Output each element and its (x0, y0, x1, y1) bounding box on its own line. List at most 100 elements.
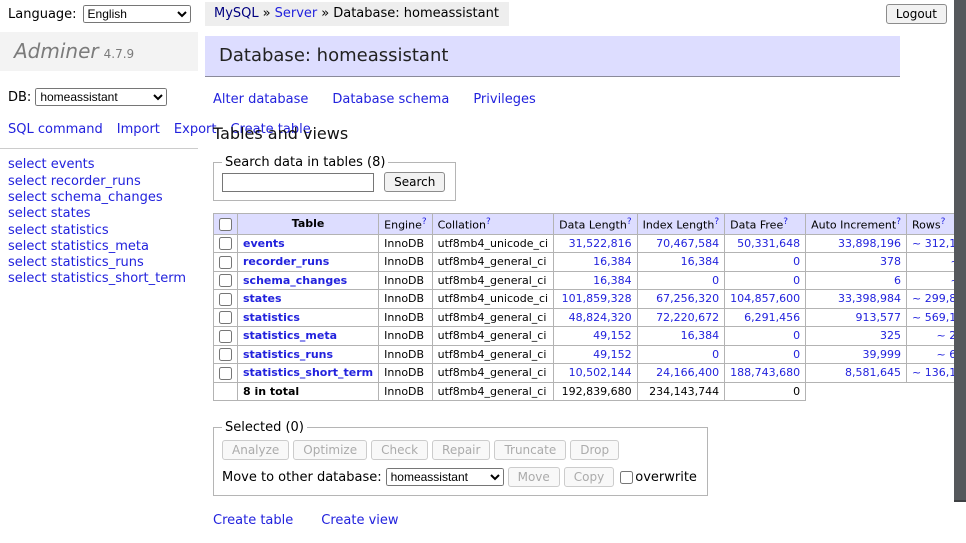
data-length-link[interactable]: 16,384 (593, 255, 632, 268)
index-length-link[interactable]: 16,384 (681, 329, 720, 342)
column-help-link[interactable]: ? (783, 217, 788, 227)
data-free-link[interactable]: 188,743,680 (730, 366, 800, 379)
row-checkbox[interactable] (219, 256, 232, 269)
row-checkbox[interactable] (219, 367, 232, 380)
data-free-link[interactable]: 104,857,600 (730, 292, 800, 305)
data-length-link[interactable]: 10,502,144 (569, 366, 632, 379)
search-button[interactable]: Search (384, 172, 445, 192)
app-header: Adminer 4.7.9 (0, 32, 198, 71)
repair-button[interactable]: Repair (432, 440, 490, 460)
data-length-link[interactable]: 16,384 (593, 274, 632, 287)
move-database-select[interactable]: homeassistant (386, 468, 504, 486)
sidebar-select-link[interactable]: select statistics_short_term (8, 271, 198, 286)
index-length-link[interactable]: 16,384 (681, 255, 720, 268)
language-select[interactable]: English (83, 5, 191, 23)
optimize-button[interactable]: Optimize (293, 440, 367, 460)
sidebar-select-link[interactable]: select events (8, 157, 198, 172)
auto-increment-link[interactable]: 33,398,984 (838, 292, 901, 305)
check-button[interactable]: Check (371, 440, 428, 460)
column-help-link[interactable]: ? (486, 217, 491, 227)
table-link[interactable]: statistics_runs (243, 348, 333, 361)
data-free-link[interactable]: 0 (793, 274, 800, 287)
collation-cell: utf8mb4_general_ci (432, 308, 553, 327)
table-row: statistics_metaInnoDButf8mb4_general_ci4… (214, 327, 966, 346)
breadcrumb-link-server[interactable]: Server (275, 6, 318, 21)
column-help-link[interactable]: ? (896, 217, 901, 227)
sidebar-select-link[interactable]: select statistics (8, 223, 198, 238)
sidebar-link[interactable]: Import (117, 122, 160, 137)
sidebar-select-link[interactable]: select schema_changes (8, 190, 198, 205)
auto-increment-link[interactable]: 33,898,196 (838, 237, 901, 250)
sidebar-select-link[interactable]: select statistics_meta (8, 239, 198, 254)
app-title[interactable]: Adminer (14, 39, 99, 63)
scrollbar-thumb[interactable] (954, 0, 966, 502)
create-link[interactable]: Create view (321, 513, 398, 528)
data-free-link[interactable]: 6,291,456 (744, 311, 800, 324)
data-free-link[interactable]: 0 (793, 255, 800, 268)
index-length-link[interactable]: 67,256,320 (656, 292, 719, 305)
db-select[interactable]: homeassistant (35, 88, 167, 106)
data-free-link[interactable]: 0 (793, 329, 800, 342)
move-button[interactable]: Move (508, 467, 560, 487)
index-length-link[interactable]: 24,166,400 (656, 366, 719, 379)
column-help-link[interactable]: ? (941, 217, 946, 227)
column-header-collation: Collation? (432, 214, 553, 235)
row-checkbox[interactable] (219, 293, 232, 306)
table-link[interactable]: schema_changes (243, 274, 347, 287)
data-length-link[interactable]: 101,859,328 (562, 292, 632, 305)
table-link[interactable]: states (243, 292, 282, 305)
search-input[interactable] (222, 173, 374, 192)
auto-increment-link[interactable]: 913,577 (856, 311, 902, 324)
row-checkbox[interactable] (219, 274, 232, 287)
row-checkbox[interactable] (219, 330, 232, 343)
sidebar-select-link[interactable]: select recorder_runs (8, 174, 198, 189)
column-help-link[interactable]: ? (627, 217, 632, 227)
database-action-link[interactable]: Database schema (332, 92, 449, 107)
create-link[interactable]: Create table (213, 513, 293, 528)
index-length-link[interactable]: 72,220,672 (656, 311, 719, 324)
table-link[interactable]: statistics_meta (243, 329, 337, 342)
table-link[interactable]: recorder_runs (243, 255, 329, 268)
copy-button[interactable]: Copy (564, 467, 614, 487)
sidebar-select-link[interactable]: select statistics_runs (8, 255, 198, 270)
app-version[interactable]: 4.7.9 (104, 47, 135, 61)
data-length-link[interactable]: 48,824,320 (569, 311, 632, 324)
index-length-link[interactable]: 0 (712, 274, 719, 287)
drop-button[interactable]: Drop (570, 440, 619, 460)
column-help-link[interactable]: ? (422, 217, 427, 227)
row-checkbox[interactable] (219, 237, 232, 250)
row-checkbox[interactable] (219, 311, 232, 324)
table-link[interactable]: statistics_short_term (243, 366, 373, 379)
database-action-link[interactable]: Privileges (473, 92, 536, 107)
data-free-link[interactable]: 0 (793, 348, 800, 361)
auto-increment-link[interactable]: 8,581,645 (845, 366, 901, 379)
auto-increment-link[interactable]: 39,999 (863, 348, 902, 361)
data-free-cell: 104,857,600 (725, 290, 806, 309)
analyze-button[interactable]: Analyze (222, 440, 289, 460)
selected-buttons-row: AnalyzeOptimizeCheckRepairTruncateDrop (222, 440, 697, 460)
overwrite-checkbox[interactable] (620, 471, 633, 484)
auto-increment-link[interactable]: 325 (880, 329, 901, 342)
scrollbar[interactable] (954, 0, 966, 543)
index-length-cell: 70,467,584 (637, 234, 725, 253)
data-length-link[interactable]: 49,152 (593, 348, 632, 361)
auto-increment-link[interactable]: 378 (880, 255, 901, 268)
select-all-checkbox[interactable] (219, 218, 232, 231)
sidebar-select-link[interactable]: select states (8, 206, 198, 221)
data-length-link[interactable]: 49,152 (593, 329, 632, 342)
table-link[interactable]: statistics (243, 311, 300, 324)
collation-cell: utf8mb4_general_ci (432, 364, 553, 383)
database-action-link[interactable]: Alter database (213, 92, 308, 107)
breadcrumb-link-mysql[interactable]: MySQL (214, 6, 259, 21)
truncate-button[interactable]: Truncate (494, 440, 566, 460)
auto-increment-link[interactable]: 6 (894, 274, 901, 287)
sidebar-link[interactable]: SQL command (8, 122, 103, 137)
index-length-link[interactable]: 70,467,584 (656, 237, 719, 250)
logout-button[interactable]: Logout (886, 4, 947, 24)
data-length-link[interactable]: 31,522,816 (569, 237, 632, 250)
index-length-link[interactable]: 0 (712, 348, 719, 361)
table-link[interactable]: events (243, 237, 285, 250)
row-checkbox[interactable] (219, 348, 232, 361)
data-free-link[interactable]: 50,331,648 (737, 237, 800, 250)
column-help-link[interactable]: ? (714, 217, 719, 227)
